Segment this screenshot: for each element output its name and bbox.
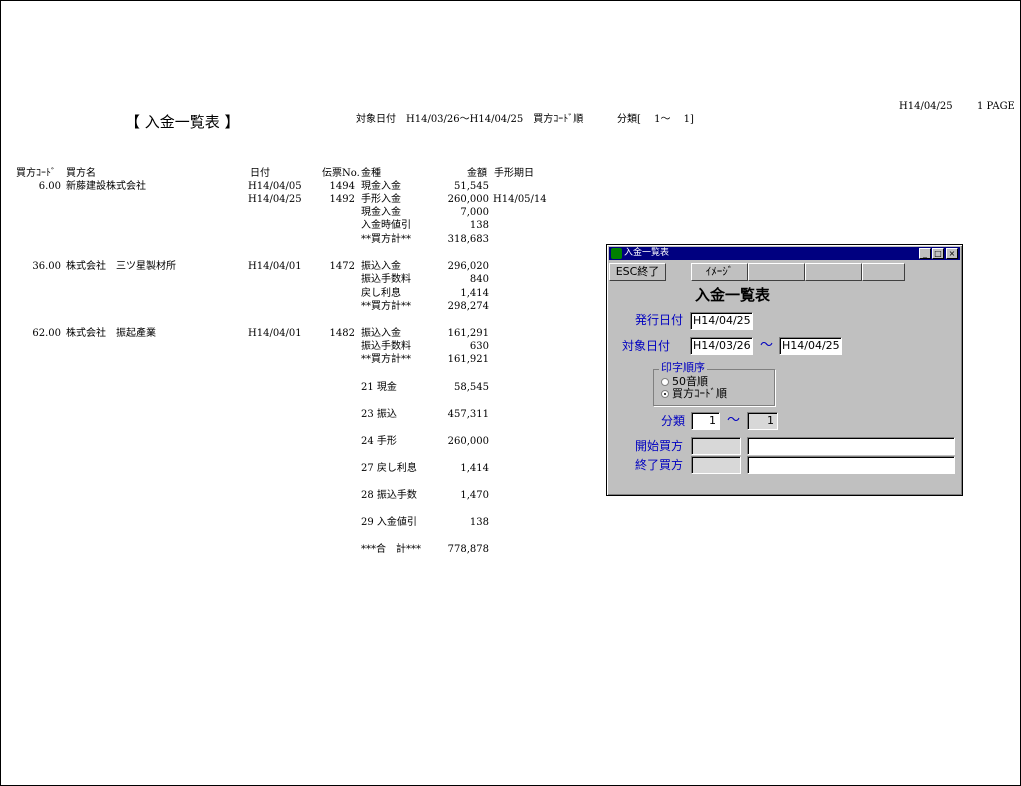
row-kind: 手形入金 [361, 194, 401, 205]
toolbar-button-5[interactable] [862, 263, 905, 281]
buyer-subtotal-amount: 161,921 [447, 354, 489, 365]
summary-amount: 1,414 [460, 463, 489, 474]
summary-label: 28 振込手数 [361, 490, 417, 501]
class-range-tilde: ～ [727, 413, 741, 428]
start-buyer-name-field[interactable] [747, 437, 955, 455]
grand-total-label: ***合 計*** [361, 544, 421, 555]
date-range-tilde: ～ [760, 338, 774, 353]
order-kana-radio[interactable] [661, 378, 669, 386]
maximize-button[interactable]: □ [932, 248, 944, 259]
row-slip: 1494 [329, 181, 355, 192]
row-kind: 現金入金 [361, 207, 401, 218]
group-code: 36.00 [32, 261, 61, 272]
header-due-date: 手形期日 [494, 168, 534, 179]
group-name: 株式会社 振起產業 [66, 328, 156, 339]
dialog-title-bar[interactable]: 入金一覧表 _ □ × [609, 247, 960, 260]
row-date: H14/04/01 [248, 328, 302, 339]
row-kind: 振込入金 [361, 261, 401, 272]
row-slip: 1482 [329, 328, 355, 339]
target-date-to-field[interactable]: H14/04/25 [779, 337, 842, 355]
group-name: 株式会社 三ツ星製材所 [66, 261, 176, 272]
group-code: 62.00 [32, 328, 61, 339]
target-date-from-field[interactable]: H14/03/26 [690, 337, 753, 355]
group-code: 6.00 [38, 181, 61, 192]
order-code-label: 買方ｺｰﾄﾞ順 [672, 387, 727, 400]
row-kind: 振込入金 [361, 328, 401, 339]
summary-label: 23 振込 [361, 409, 397, 420]
row-kind: 入金時値引 [361, 220, 411, 231]
summary-amount: 1,470 [460, 490, 489, 501]
issue-date-field[interactable]: H14/04/25 [690, 312, 753, 330]
row-amount: 138 [469, 220, 489, 231]
close-button[interactable]: × [946, 248, 958, 259]
row-due-date: H14/05/14 [493, 194, 547, 205]
target-date-range: 対象日付 H14/03/26～H14/04/25 買方ｺｰﾄﾞ順 [356, 114, 584, 125]
report-dialog: 入金一覧表 _ □ × ESC終了 ｲﾒｰｼﾞ 入金一覧表 発行日付 H14/0… [606, 244, 963, 496]
row-kind: 戻し利息 [361, 288, 401, 299]
row-kind: 振込手数料 [361, 341, 411, 352]
summary-amount: 138 [469, 517, 489, 528]
start-buyer-code-field[interactable] [691, 437, 741, 455]
row-slip: 1492 [329, 194, 355, 205]
class-from-field[interactable]: 1 [691, 412, 720, 430]
summary-label: 21 現金 [361, 382, 397, 393]
row-amount: 161,291 [447, 328, 489, 339]
header-date: 日付 [250, 168, 270, 179]
report-title: 【 入金一覧表 】 [125, 113, 240, 131]
end-buyer-name-field[interactable] [747, 456, 955, 474]
header-kind: 金種 [361, 168, 381, 179]
row-amount: 260,000 [447, 194, 489, 205]
buyer-subtotal-label: **買方計** [361, 234, 411, 245]
group-name: 新藤建設株式会社 [66, 181, 146, 192]
toolbar-button-4[interactable] [805, 263, 862, 281]
order-code-radio[interactable] [661, 390, 669, 398]
row-date: H14/04/01 [248, 261, 302, 272]
row-date: H14/04/25 [248, 194, 302, 205]
end-buyer-label: 終了買方 [635, 458, 684, 472]
toolbar-button-3[interactable] [748, 263, 805, 281]
class-label: 分類 [661, 414, 686, 428]
row-date: H14/04/05 [248, 181, 302, 192]
summary-label: 27 戻し利息 [361, 463, 417, 474]
buyer-subtotal-label: **買方計** [361, 301, 411, 312]
report-date: H14/04/25 [899, 101, 953, 112]
summary-amount: 58,545 [454, 382, 489, 393]
minimize-button[interactable]: _ [919, 248, 931, 259]
esc-exit-button[interactable]: ESC終了 [609, 263, 666, 281]
end-buyer-code-field[interactable] [691, 456, 741, 474]
row-amount: 296,020 [447, 261, 489, 272]
summary-label: 29 入金値引 [361, 517, 417, 528]
target-date-label: 対象日付 [622, 339, 671, 353]
start-buyer-label: 開始買方 [635, 439, 684, 453]
row-amount: 1,414 [460, 288, 489, 299]
page-number: 1 PAGE [977, 101, 1015, 112]
buyer-subtotal-amount: 298,274 [447, 301, 489, 312]
buyer-subtotal-label: **買方計** [361, 354, 411, 365]
row-amount: 840 [469, 274, 489, 285]
row-kind: 現金入金 [361, 181, 401, 192]
buyer-subtotal-amount: 318,683 [447, 234, 489, 245]
grand-total-amount: 778,878 [447, 544, 489, 555]
summary-label: 24 手形 [361, 436, 397, 447]
classification-range: 分類[ 1～ 1] [617, 114, 694, 125]
dialog-title: 入金一覧表 [624, 248, 670, 258]
print-order-label: 印字順序 [659, 361, 707, 374]
header-buyer-name: 買方名 [66, 168, 96, 179]
row-amount: 51,545 [454, 181, 489, 192]
row-slip: 1472 [329, 261, 355, 272]
header-slip-no: 伝票No. [322, 168, 360, 179]
header-amount: 金額 [467, 168, 487, 179]
dialog-heading: 入金一覧表 [695, 286, 771, 304]
app-icon [611, 248, 622, 259]
class-to-field[interactable]: 1 [747, 412, 778, 430]
header-buyer-code: 買方ｺｰﾄﾞ [16, 168, 56, 179]
row-kind: 振込手数料 [361, 274, 411, 285]
image-preview-button[interactable]: ｲﾒｰｼﾞ [691, 263, 748, 281]
row-amount: 630 [469, 341, 489, 352]
summary-amount: 260,000 [447, 436, 489, 447]
row-amount: 7,000 [460, 207, 489, 218]
issue-date-label: 発行日付 [635, 313, 684, 327]
summary-amount: 457,311 [447, 409, 489, 420]
